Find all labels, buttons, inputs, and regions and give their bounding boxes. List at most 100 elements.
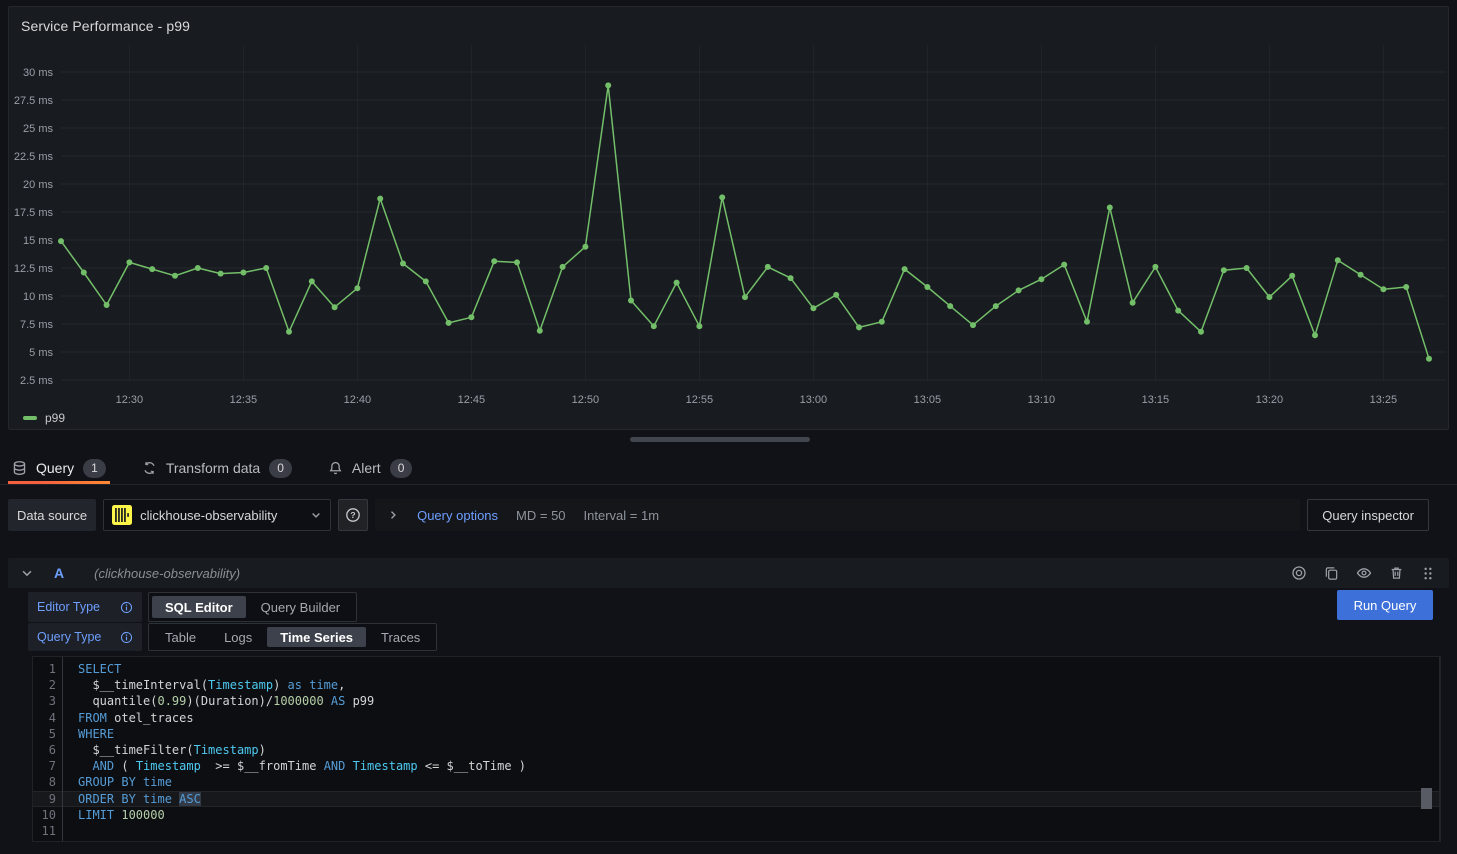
sql-code-lines: 1SELECT2 $__timeInterval(Timestamp) as t… (33, 661, 1440, 839)
line-number: 5 (33, 726, 56, 742)
line-number: 4 (33, 710, 56, 726)
datasource-label: Data source (8, 499, 96, 531)
svg-text:30 ms: 30 ms (23, 67, 53, 79)
svg-text:13:00: 13:00 (800, 394, 828, 406)
query-type-table[interactable]: Table (152, 627, 209, 647)
chevron-right-icon (387, 509, 399, 521)
query-inspector-button[interactable]: Query inspector (1307, 499, 1429, 531)
legend-series-label[interactable]: p99 (45, 411, 65, 425)
copy-icon (1324, 565, 1339, 581)
query-options-toggle[interactable]: Query options (417, 508, 498, 523)
interval-value: Interval = 1m (584, 508, 660, 523)
svg-text:13:25: 13:25 (1370, 394, 1398, 406)
tab-count-badge: 1 (83, 459, 106, 478)
code-line-2: 2 $__timeInterval(Timestamp) as time, (33, 677, 1440, 693)
record-query-button[interactable] (1291, 565, 1307, 581)
code-line-4: 4FROM otel_traces (33, 710, 1440, 726)
svg-text:12:50: 12:50 (572, 394, 600, 406)
code-line-11: 11 (33, 823, 1440, 839)
record-icon (1291, 565, 1307, 581)
line-number: 3 (33, 693, 56, 709)
editor-type-row: Editor Type SQL Editor Query Builder (28, 592, 357, 622)
database-icon (12, 460, 27, 476)
sql-editor[interactable]: 1SELECT2 $__timeInterval(Timestamp) as t… (32, 656, 1441, 842)
query-type-row: Query Type Table Logs Time Series Traces (28, 623, 437, 651)
max-data-points-value: MD = 50 (516, 508, 566, 523)
svg-text:13:05: 13:05 (914, 394, 942, 406)
editor-scrollbar-thumb[interactable] (1421, 788, 1432, 809)
tab-query[interactable]: Query 1 (8, 452, 110, 484)
question-circle-icon: ? (345, 507, 361, 523)
run-query-button[interactable]: Run Query (1337, 590, 1433, 620)
editor-type-label: Editor Type (28, 592, 142, 622)
line-number: 11 (33, 823, 56, 839)
hide-response-button[interactable] (1356, 565, 1372, 581)
bell-icon (328, 460, 343, 476)
legend: p99 (23, 411, 65, 425)
editor-right-ruler (1439, 657, 1440, 841)
clickhouse-icon (112, 505, 132, 525)
line-number: 1 (33, 661, 56, 677)
trash-icon (1389, 565, 1404, 581)
datasource-bar: Data source clickhouse-observability ? (8, 499, 1429, 531)
code-line-5: 5WHERE (33, 726, 1440, 742)
editor-type-group: SQL Editor Query Builder (148, 592, 357, 622)
duplicate-query-button[interactable] (1324, 565, 1339, 581)
datasource-help-button[interactable]: ? (338, 499, 368, 531)
svg-text:5 ms: 5 ms (29, 347, 53, 359)
svg-text:12:30: 12:30 (116, 394, 144, 406)
line-number: 10 (33, 807, 56, 823)
legend-series-marker (23, 416, 37, 420)
query-type-logs[interactable]: Logs (211, 627, 265, 647)
grafana-panel-edit: 12:3012:3512:4012:4512:5012:5513:0013:05… (0, 0, 1457, 854)
line-number: 6 (33, 742, 56, 758)
query-datasource-note: (clickhouse-observability) (94, 566, 240, 581)
info-circle-icon[interactable] (120, 631, 133, 644)
tab-label: Transform data (166, 460, 260, 476)
info-circle-icon[interactable] (120, 601, 133, 614)
svg-text:22.5 ms: 22.5 ms (14, 151, 54, 163)
collapse-chevron-icon[interactable] (20, 566, 34, 580)
svg-text:?: ? (350, 510, 355, 520)
svg-text:20 ms: 20 ms (23, 179, 53, 191)
query-type-label: Query Type (28, 623, 142, 651)
code-line-1: 1SELECT (33, 661, 1440, 677)
editor-type-query-builder[interactable]: Query Builder (248, 596, 353, 618)
tab-count-badge: 0 (269, 459, 292, 478)
svg-text:17.5 ms: 17.5 ms (14, 207, 54, 219)
datasource-name: clickhouse-observability (140, 508, 302, 523)
svg-text:7.5 ms: 7.5 ms (20, 319, 54, 331)
panel-title: Service Performance - p99 (21, 18, 190, 34)
timeseries-chart[interactable]: 12:3012:3512:4012:4512:5012:5513:0013:05… (9, 7, 1450, 407)
svg-text:27.5 ms: 27.5 ms (14, 95, 54, 107)
query-ref-letter[interactable]: A (54, 565, 64, 581)
code-line-3: 3 quantile(0.99)(Duration)/1000000 AS p9… (33, 693, 1440, 709)
svg-text:12:35: 12:35 (230, 394, 258, 406)
resize-handle[interactable] (630, 437, 810, 442)
tab-label: Alert (352, 460, 381, 476)
svg-text:13:20: 13:20 (1256, 394, 1284, 406)
query-type-time-series[interactable]: Time Series (267, 627, 366, 647)
query-type-group: Table Logs Time Series Traces (148, 623, 437, 651)
svg-text:13:10: 13:10 (1028, 394, 1056, 406)
chevron-down-icon (310, 509, 322, 521)
line-number: 7 (33, 758, 56, 774)
code-line-10: 10LIMIT 100000 (33, 807, 1440, 823)
query-row-header: A (clickhouse-observability) (8, 558, 1449, 588)
remove-query-button[interactable] (1389, 565, 1404, 581)
drag-query-handle[interactable] (1421, 566, 1435, 581)
drag-handle-icon (1421, 566, 1435, 581)
code-line-6: 6 $__timeFilter(Timestamp) (33, 742, 1440, 758)
query-type-traces[interactable]: Traces (368, 627, 433, 647)
datasource-picker[interactable]: clickhouse-observability (103, 499, 331, 531)
tab-label: Query (36, 460, 74, 476)
tab-alert[interactable]: Alert 0 (324, 452, 416, 484)
svg-text:12.5 ms: 12.5 ms (14, 263, 54, 275)
timeseries-panel: 12:3012:3512:4012:4512:5012:5513:0013:05… (8, 6, 1449, 430)
line-number: 8 (33, 774, 56, 790)
tab-transform-data[interactable]: Transform data 0 (138, 452, 296, 484)
line-number: 2 (33, 677, 56, 693)
svg-text:12:55: 12:55 (686, 394, 714, 406)
svg-text:2.5 ms: 2.5 ms (20, 375, 54, 387)
editor-type-sql-editor[interactable]: SQL Editor (152, 596, 246, 618)
